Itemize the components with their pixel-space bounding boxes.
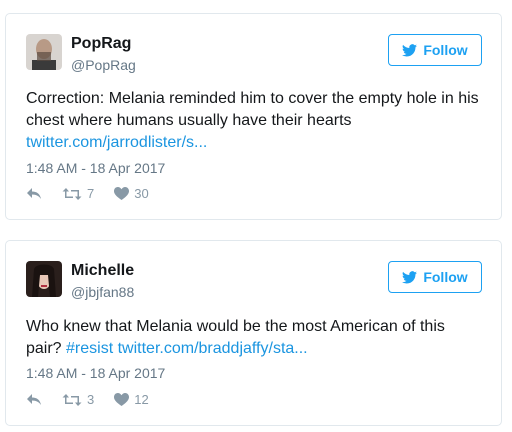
reply-icon	[27, 393, 41, 405]
tweet-card: Michelle @jbjfan88 Follow Who knew that …	[5, 240, 502, 426]
tweet-link[interactable]: twitter.com/braddjaffy/sta...	[118, 340, 308, 357]
display-name[interactable]: Michelle	[71, 262, 134, 280]
like-button[interactable]: 30	[114, 186, 149, 201]
follow-label: Follow	[423, 42, 468, 58]
retweet-icon	[62, 187, 82, 200]
retweet-button[interactable]: 7	[62, 186, 94, 201]
twitter-bird-icon	[402, 270, 418, 283]
tweet-text: Correction: Melania reminded him to cove…	[26, 88, 483, 154]
display-name[interactable]: PopRag	[71, 35, 131, 53]
hashtag-link[interactable]: #resist	[66, 340, 113, 357]
tweet-link[interactable]: twitter.com/jarrodlister/s...	[26, 134, 207, 151]
heart-icon	[114, 392, 130, 406]
user-handle[interactable]: @jbjfan88	[71, 284, 134, 300]
avatar[interactable]	[26, 34, 62, 70]
tweet-actions: 7 30	[26, 186, 169, 201]
like-button[interactable]: 12	[114, 392, 149, 407]
reply-button[interactable]	[26, 393, 42, 407]
follow-button[interactable]: Follow	[388, 34, 482, 66]
like-count: 30	[134, 186, 149, 201]
follow-label: Follow	[423, 269, 468, 285]
retweet-icon	[62, 393, 82, 406]
user-handle[interactable]: @PopRag	[71, 57, 136, 73]
follow-button[interactable]: Follow	[388, 261, 482, 293]
retweet-button[interactable]: 3	[62, 392, 94, 407]
twitter-bird-icon	[402, 43, 418, 56]
retweet-count: 3	[87, 392, 95, 407]
avatar[interactable]	[26, 261, 62, 297]
reply-button[interactable]	[26, 187, 42, 201]
tweet-actions: 3 12	[26, 392, 169, 407]
heart-icon	[114, 186, 130, 200]
retweet-count: 7	[87, 186, 95, 201]
timestamp[interactable]: 1:48 AM - 18 Apr 2017	[26, 365, 165, 381]
timestamp[interactable]: 1:48 AM - 18 Apr 2017	[26, 160, 165, 176]
tweet-body: Correction: Melania reminded him to cove…	[26, 90, 479, 129]
tweet-card: PopRag @PopRag Follow Correction: Melani…	[5, 13, 502, 220]
like-count: 12	[134, 392, 149, 407]
tweet-text: Who knew that Melania would be the most …	[26, 316, 483, 360]
reply-icon	[27, 187, 41, 199]
